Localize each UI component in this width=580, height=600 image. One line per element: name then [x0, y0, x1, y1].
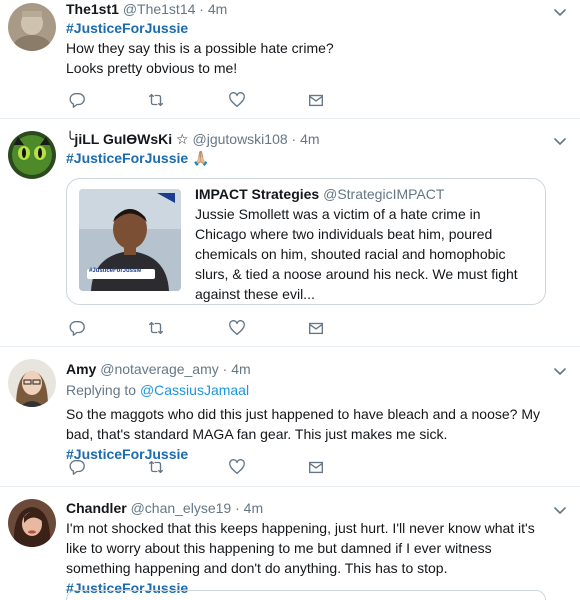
image-hashtag-label: #JusticeForJussie: [89, 268, 142, 274]
replying-to-line: Replying to @CassiusJamaal: [66, 380, 544, 400]
quoted-username[interactable]: @StrategicIMPACT: [323, 186, 444, 202]
timestamp[interactable]: 4m: [244, 500, 263, 516]
tweet[interactable]: The1st1 @The1st14 · 4m #JusticeForJussie…: [0, 0, 580, 119]
mail-icon[interactable]: [307, 319, 327, 339]
reply-icon[interactable]: [68, 319, 88, 339]
avatar[interactable]: [8, 359, 56, 407]
hashtag-link[interactable]: #JusticeForJussie: [66, 150, 188, 166]
avatar[interactable]: [8, 131, 56, 179]
timestamp[interactable]: 4m: [300, 131, 319, 147]
chevron-down-icon[interactable]: [552, 363, 568, 379]
hashtag-link[interactable]: #JusticeForJussie: [66, 20, 188, 36]
tweet-text: I'm not shocked that this keeps happenin…: [66, 520, 535, 576]
heart-icon[interactable]: [228, 319, 248, 339]
tweet-text-line: Looks pretty obvious to me!: [66, 60, 238, 76]
quoted-tweet[interactable]: #JusticeForJussie IMPACT Strategies @Str…: [66, 178, 546, 305]
replying-to-label: Replying to: [66, 382, 137, 398]
separator-dot: ·: [291, 131, 297, 147]
retweet-icon[interactable]: [147, 91, 167, 111]
avatar[interactable]: [8, 3, 56, 51]
timestamp[interactable]: 4m: [231, 361, 250, 377]
display-name[interactable]: Chandler: [66, 500, 127, 516]
praying-hands-emoji: 🙏🏼: [192, 150, 210, 166]
tweet-text: So the maggots who did this just happene…: [66, 406, 540, 442]
tweet[interactable]: ╰jiLL GuIƟWsKi ☆ @jgutowski108 · 4m #Jus…: [0, 119, 580, 347]
mail-icon[interactable]: [307, 458, 327, 478]
display-name[interactable]: ╰jiLL GuIƟWsKi ☆: [66, 131, 189, 147]
tweet[interactable]: Amy @notaverage_amy · 4m Replying to @Ca…: [0, 347, 580, 487]
tweet-text-line: How they say this is a possible hate cri…: [66, 40, 334, 56]
timestamp[interactable]: 4m: [208, 1, 227, 17]
chevron-down-icon[interactable]: [552, 133, 568, 149]
next-card-edge: [66, 590, 546, 600]
chevron-down-icon[interactable]: [552, 502, 568, 518]
reply-icon[interactable]: [68, 458, 88, 478]
chevron-down-icon[interactable]: [552, 4, 568, 20]
reply-icon[interactable]: [68, 91, 88, 111]
quoted-display-name[interactable]: IMPACT Strategies: [195, 186, 319, 202]
username[interactable]: @jgutowski108: [193, 131, 288, 147]
tweet[interactable]: Chandler @chan_elyse19 · 4m I'm not shoc…: [0, 487, 580, 600]
quoted-tweet-image[interactable]: #JusticeForJussie: [79, 189, 181, 291]
separator-dot: ·: [199, 1, 204, 17]
heart-icon[interactable]: [228, 458, 248, 478]
quoted-tweet-text: Jussie Smollett was a victim of a hate c…: [195, 206, 518, 302]
retweet-icon[interactable]: [147, 319, 167, 339]
username[interactable]: @The1st14: [123, 1, 196, 17]
mail-icon[interactable]: [307, 91, 327, 111]
username[interactable]: @notaverage_amy: [100, 361, 219, 377]
separator-dot: ·: [222, 361, 228, 377]
separator-dot: ·: [235, 500, 240, 516]
display-name[interactable]: Amy: [66, 361, 96, 377]
display-name[interactable]: The1st1: [66, 1, 119, 17]
retweet-icon[interactable]: [147, 458, 167, 478]
heart-icon[interactable]: [228, 91, 248, 111]
replying-to-link[interactable]: @CassiusJamaal: [140, 382, 249, 398]
avatar[interactable]: [8, 499, 56, 547]
username[interactable]: @chan_elyse19: [131, 500, 232, 516]
